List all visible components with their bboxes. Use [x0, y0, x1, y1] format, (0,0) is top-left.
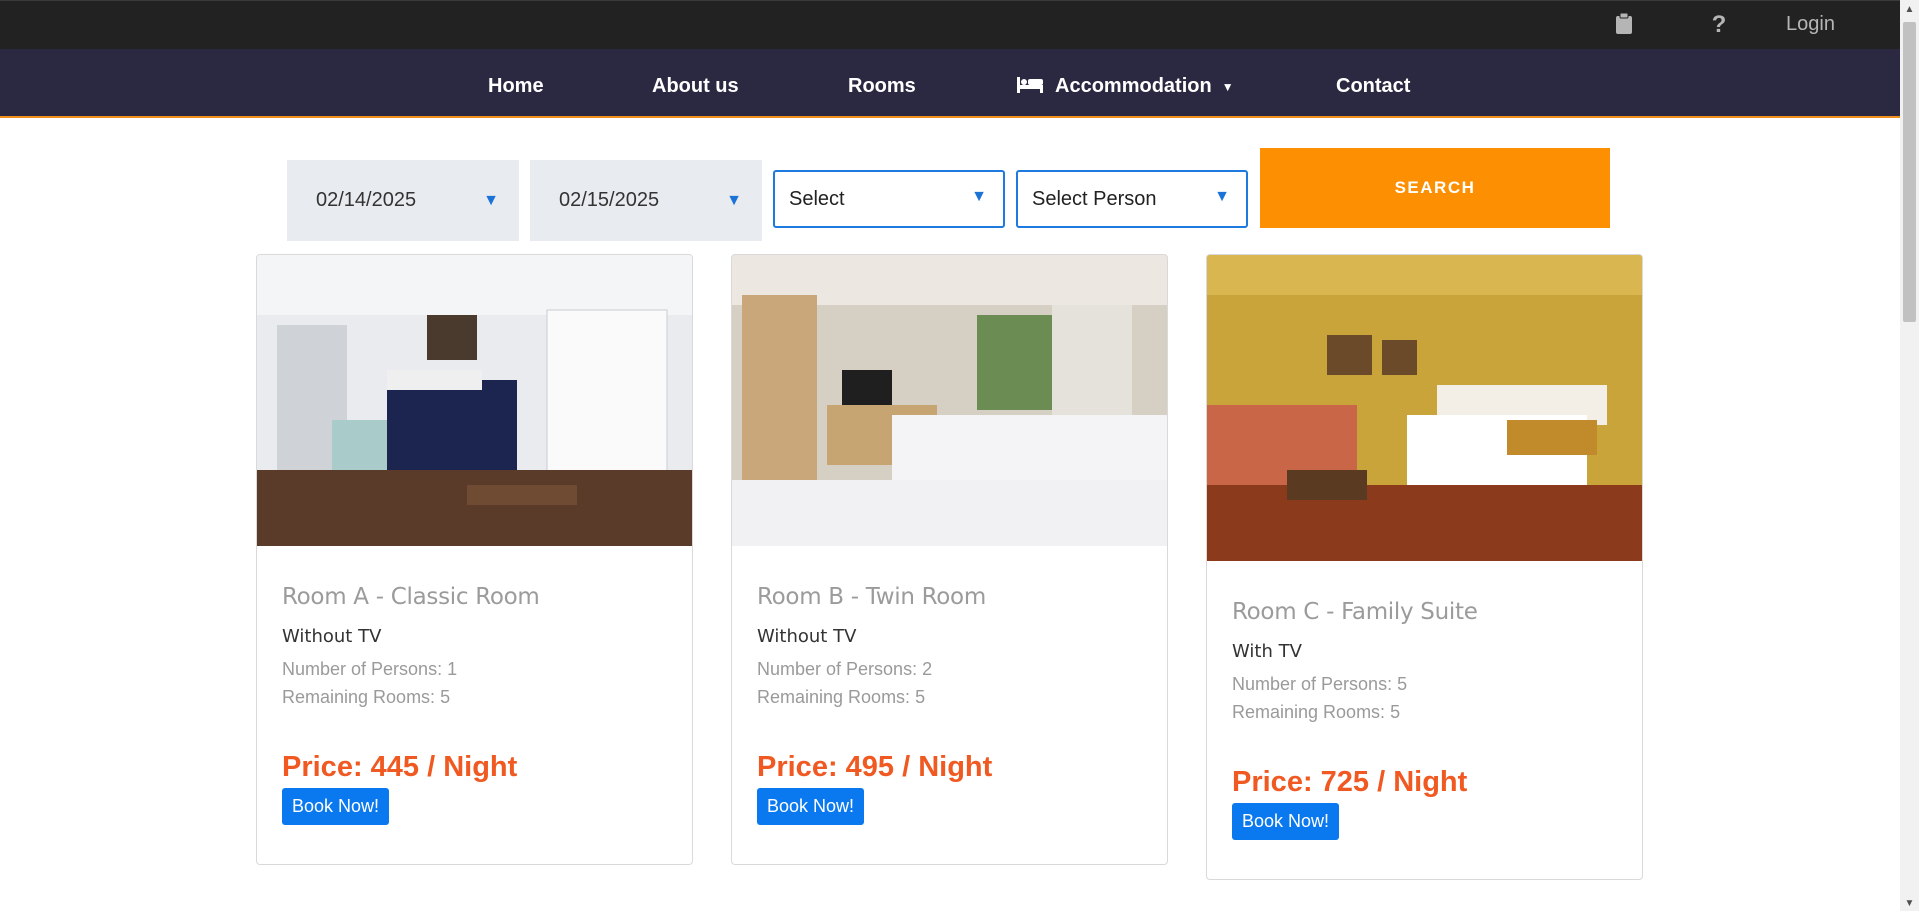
book-now-button[interactable]: Book Now!	[1232, 803, 1340, 840]
room-title: Room A - Classic Room	[282, 584, 540, 610]
room-meta: Number of Persons: 5 Remaining Rooms: 5	[1232, 670, 1617, 726]
room-photo	[732, 255, 1167, 546]
main-navbar: Home About us Rooms Accommodation ▼ Conta…	[0, 49, 1900, 118]
scroll-thumb[interactable]	[1903, 22, 1916, 322]
nav-accommodation-label: Accommodation	[1055, 75, 1212, 97]
nav-rooms[interactable]: Rooms	[848, 63, 916, 109]
scroll-up-icon[interactable]: ▲	[1904, 4, 1915, 15]
dropdown-arrow-icon: ▼	[483, 192, 499, 209]
dropdown-arrow-icon: ▼	[726, 192, 742, 209]
checkin-date-value: 02/14/2025	[316, 189, 417, 211]
room-card: Room B - Twin Room Without TV Number of …	[731, 254, 1168, 865]
room-meta: Number of Persons: 2 Remaining Rooms: 5	[757, 655, 1142, 711]
room-type-select[interactable]: Select ▼	[773, 170, 1005, 228]
person-select[interactable]: Select Person ▼	[1016, 170, 1248, 228]
room-title: Room C - Family Suite	[1232, 599, 1478, 625]
nav-home[interactable]: Home	[488, 63, 544, 109]
question-icon[interactable]: ?	[1707, 13, 1731, 37]
room-persons: Number of Persons: 5	[1232, 674, 1408, 694]
book-now-button[interactable]: Book Now!	[757, 788, 865, 825]
room-persons: Number of Persons: 1	[282, 659, 458, 679]
room-photo	[1207, 255, 1642, 561]
room-card: Room C - Family Suite With TV Number of …	[1206, 254, 1643, 880]
room-card: Room A - Classic Room Without TV Number …	[256, 254, 693, 865]
top-bar: ? Login	[0, 0, 1900, 49]
login-link[interactable]: Login	[1786, 13, 1835, 36]
bed-icon	[1017, 64, 1043, 110]
checkin-date-field[interactable]: 02/14/2025 ▼	[287, 160, 519, 241]
nav-about-us[interactable]: About us	[652, 63, 739, 109]
nav-accommodation[interactable]: Accommodation ▼	[1017, 63, 1234, 110]
clipboard-icon[interactable]	[1612, 12, 1636, 37]
dropdown-arrow-icon: ▼	[1214, 188, 1230, 205]
room-persons: Number of Persons: 2	[757, 659, 933, 679]
search-button[interactable]: SEARCH	[1260, 148, 1610, 228]
room-price: Price: 445 / Night	[282, 751, 518, 783]
scroll-down-icon[interactable]: ▼	[1904, 898, 1915, 909]
room-remaining: Remaining Rooms: 5	[1232, 702, 1401, 722]
room-remaining: Remaining Rooms: 5	[282, 687, 451, 707]
room-meta: Number of Persons: 1 Remaining Rooms: 5	[282, 655, 667, 711]
room-price: Price: 495 / Night	[757, 751, 993, 783]
nav-contact[interactable]: Contact	[1336, 63, 1410, 109]
room-type-select-value: Select	[789, 188, 845, 210]
room-title: Room B - Twin Room	[757, 584, 986, 610]
room-remaining: Remaining Rooms: 5	[757, 687, 926, 707]
book-now-button[interactable]: Book Now!	[282, 788, 390, 825]
room-tv: With TV	[1232, 641, 1302, 662]
room-photo	[257, 255, 692, 546]
room-tv: Without TV	[757, 626, 857, 647]
room-price: Price: 725 / Night	[1232, 766, 1468, 798]
room-tv: Without TV	[282, 626, 382, 647]
person-select-value: Select Person	[1032, 188, 1157, 210]
checkout-date-value: 02/15/2025	[559, 189, 660, 211]
vertical-scrollbar[interactable]: ▲ ▼	[1900, 0, 1919, 911]
checkout-date-field[interactable]: 02/15/2025 ▼	[530, 160, 762, 241]
caret-down-icon: ▼	[1221, 79, 1234, 94]
dropdown-arrow-icon: ▼	[971, 188, 987, 205]
